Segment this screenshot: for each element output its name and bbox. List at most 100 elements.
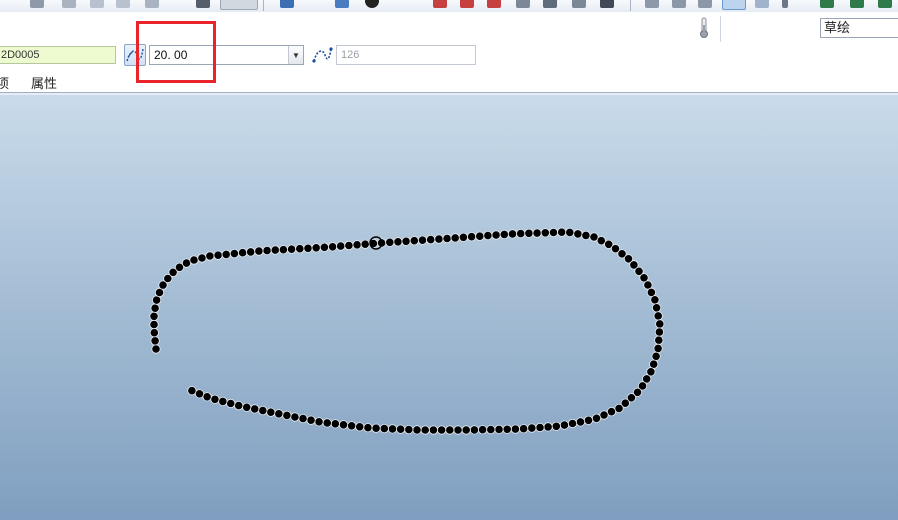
curve-point[interactable] bbox=[150, 336, 160, 346]
curve-point[interactable] bbox=[303, 243, 313, 253]
feature-name-field[interactable]: 2D0005 bbox=[0, 46, 116, 64]
curve-point[interactable] bbox=[395, 424, 406, 434]
curve-point[interactable] bbox=[238, 248, 248, 258]
sketch-curve[interactable] bbox=[0, 95, 898, 520]
paste-icon[interactable] bbox=[116, 0, 130, 8]
curve-point[interactable] bbox=[210, 394, 220, 404]
curve-point[interactable] bbox=[475, 231, 485, 241]
curve-point[interactable] bbox=[535, 422, 545, 433]
curve-point[interactable] bbox=[258, 405, 268, 416]
curve-point[interactable] bbox=[417, 235, 428, 245]
curve-point[interactable] bbox=[314, 417, 324, 427]
curve-point[interactable] bbox=[336, 241, 346, 251]
curve-point[interactable] bbox=[548, 227, 559, 238]
plane-icon[interactable] bbox=[543, 0, 557, 8]
view-icon[interactable] bbox=[280, 0, 294, 8]
curve-point[interactable] bbox=[486, 424, 496, 435]
curve-point[interactable] bbox=[379, 423, 389, 434]
curve-point[interactable] bbox=[581, 230, 591, 240]
curve-point[interactable] bbox=[655, 319, 665, 329]
curve-point[interactable] bbox=[344, 240, 354, 251]
curve-point[interactable] bbox=[205, 251, 215, 261]
curve-point[interactable] bbox=[527, 423, 537, 433]
curve-point[interactable] bbox=[229, 249, 239, 259]
curve-point[interactable] bbox=[591, 413, 602, 423]
curve-point[interactable] bbox=[557, 227, 567, 237]
mode-select[interactable]: 草绘 bbox=[820, 18, 898, 38]
curve-point[interactable] bbox=[295, 244, 305, 254]
curve-point[interactable] bbox=[355, 422, 365, 432]
curve-point[interactable] bbox=[543, 422, 553, 432]
curve-point[interactable] bbox=[428, 425, 438, 435]
curve-point[interactable] bbox=[651, 351, 661, 361]
curve-point[interactable] bbox=[194, 389, 205, 399]
curve-point[interactable] bbox=[559, 420, 570, 430]
curve-point[interactable] bbox=[426, 235, 436, 245]
curve-point[interactable] bbox=[306, 415, 316, 425]
redo-icon[interactable] bbox=[62, 0, 76, 8]
curve-point[interactable] bbox=[524, 228, 534, 238]
dropdown-icon[interactable] bbox=[220, 0, 258, 10]
curve-point[interactable] bbox=[653, 311, 663, 321]
curve-point[interactable] bbox=[540, 228, 550, 238]
curve-point[interactable] bbox=[290, 412, 300, 422]
curve-point[interactable] bbox=[458, 232, 468, 242]
tree-icon[interactable] bbox=[850, 0, 864, 8]
curve-point[interactable] bbox=[653, 343, 663, 353]
curve-point[interactable] bbox=[152, 295, 162, 305]
curve-point[interactable] bbox=[469, 425, 479, 435]
curve-point[interactable] bbox=[278, 245, 288, 255]
tab-properties[interactable]: 属性 bbox=[31, 73, 57, 92]
curve-point[interactable] bbox=[654, 335, 664, 345]
curve-point[interactable] bbox=[270, 245, 280, 255]
curve-point[interactable] bbox=[385, 237, 395, 247]
settings-icon[interactable] bbox=[600, 0, 614, 8]
display-icon[interactable] bbox=[698, 0, 712, 8]
curve-point[interactable] bbox=[436, 425, 447, 435]
zoom-fit-icon[interactable] bbox=[487, 0, 501, 8]
curve-point[interactable] bbox=[442, 233, 452, 244]
curve-point[interactable] bbox=[494, 424, 504, 434]
curve-point[interactable] bbox=[565, 227, 575, 237]
curve-point[interactable] bbox=[352, 240, 362, 250]
curve-point[interactable] bbox=[221, 249, 231, 259]
curve-point[interactable] bbox=[516, 229, 526, 239]
copy-icon[interactable] bbox=[90, 0, 104, 8]
curve-point[interactable] bbox=[298, 413, 308, 424]
curve-point[interactable] bbox=[213, 250, 223, 260]
curve-point[interactable] bbox=[453, 425, 463, 435]
curve-point[interactable] bbox=[327, 242, 338, 252]
curve-point[interactable] bbox=[189, 255, 199, 265]
curve-point[interactable] bbox=[583, 415, 594, 425]
curve-point[interactable] bbox=[510, 424, 521, 434]
curve-point[interactable] bbox=[282, 410, 292, 420]
curve-point[interactable] bbox=[401, 236, 411, 246]
pin-icon[interactable] bbox=[782, 0, 788, 8]
curve-point[interactable] bbox=[149, 319, 159, 330]
curve-point[interactable] bbox=[434, 234, 444, 244]
curve-point[interactable] bbox=[274, 409, 284, 419]
zoom-icon[interactable] bbox=[433, 0, 447, 8]
active-display-icon[interactable] bbox=[722, 0, 746, 10]
undo-icon[interactable] bbox=[30, 0, 44, 8]
curve-point[interactable] bbox=[266, 407, 276, 417]
curve-point[interactable] bbox=[250, 404, 260, 414]
curve-point[interactable] bbox=[649, 359, 659, 369]
curve-point[interactable] bbox=[450, 233, 460, 243]
curve-point[interactable] bbox=[371, 423, 381, 433]
curve-point[interactable] bbox=[499, 229, 509, 239]
sphere-icon[interactable] bbox=[365, 0, 379, 8]
tab-options[interactable]: 项 bbox=[0, 73, 9, 92]
curve-point[interactable] bbox=[322, 418, 332, 428]
curve-point[interactable] bbox=[187, 386, 197, 396]
display-icon[interactable] bbox=[645, 0, 659, 8]
curve-point[interactable] bbox=[477, 425, 488, 435]
curve-point[interactable] bbox=[234, 400, 244, 411]
curve-point[interactable] bbox=[286, 244, 297, 254]
curve-point[interactable] bbox=[404, 424, 414, 435]
display-icon[interactable] bbox=[755, 0, 769, 8]
curve-point[interactable] bbox=[551, 421, 561, 431]
curve-point[interactable] bbox=[363, 423, 373, 433]
curve-point[interactable] bbox=[654, 327, 665, 337]
graphics-canvas[interactable] bbox=[0, 93, 898, 520]
